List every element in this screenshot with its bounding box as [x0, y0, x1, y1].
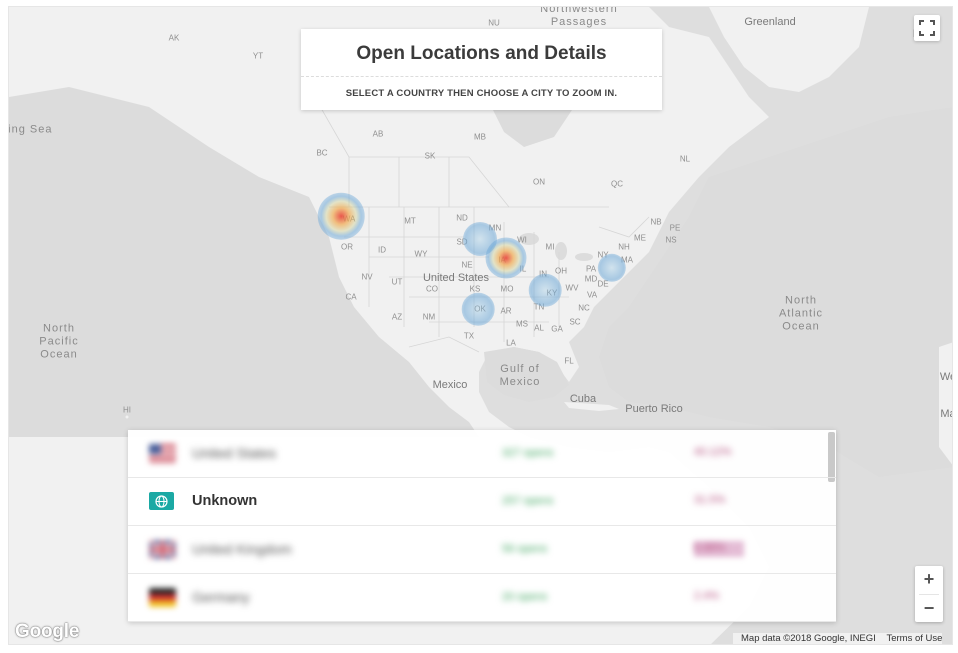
region-label: MT	[404, 216, 416, 226]
region-label: WY	[414, 249, 428, 259]
region-label: NL	[679, 154, 691, 164]
region-label: BC	[316, 148, 328, 158]
country-row-unknown[interactable]: Unknown 257 opens 31.5%	[128, 478, 836, 526]
country-opens: 56 opens	[502, 543, 548, 555]
heatmap-point[interactable]	[485, 237, 527, 279]
region-label: NC	[578, 303, 590, 313]
fullscreen-icon	[919, 20, 935, 36]
region-label: ND	[456, 213, 468, 223]
country-row-united-states[interactable]: United States 327 opens 40.12%	[128, 430, 836, 478]
region-label: WV	[565, 283, 579, 293]
country-name: United Kingdom	[192, 541, 292, 557]
terms-of-use-link[interactable]: Terms of Use	[886, 633, 942, 644]
region-label: SK	[424, 151, 436, 161]
region-label: OH	[555, 266, 567, 276]
country-label: Mexico	[432, 379, 468, 391]
region-label: AB	[372, 129, 384, 139]
region-label: YT	[252, 51, 264, 61]
attribution-text: Map data ©2018 Google, INEGI	[741, 633, 876, 644]
country-opens: 257 opens	[502, 495, 554, 507]
region-label: NE	[461, 260, 473, 270]
map-title: Open Locations and Details	[301, 29, 662, 77]
region-label: UT	[391, 277, 403, 287]
region-label: NM	[422, 312, 436, 322]
region-label: TX	[463, 331, 475, 341]
globe-icon	[149, 492, 174, 510]
region-label: PA	[585, 264, 597, 274]
heatmap-point[interactable]	[317, 192, 365, 240]
heatmap-point[interactable]	[461, 292, 495, 326]
country-label: Greenland	[744, 16, 796, 28]
region-label: AL	[534, 323, 544, 333]
region-label: ME	[634, 233, 646, 243]
zoom-control: + −	[915, 566, 943, 622]
region-label: AK	[168, 33, 180, 43]
region-label: MD	[584, 274, 598, 284]
region-label: HI	[123, 405, 131, 415]
de-flag-icon	[149, 588, 176, 607]
country-row-germany[interactable]: Germany 20 opens 2.4%	[128, 574, 836, 622]
country-label: We	[939, 371, 952, 383]
region-label: NH	[618, 242, 630, 252]
region-label: AZ	[391, 312, 403, 322]
region-label: NV	[361, 272, 373, 282]
google-logo: Google	[15, 621, 80, 642]
country-opens: 327 opens	[502, 447, 554, 459]
country-label: Ma	[940, 408, 952, 420]
heatmap-point[interactable]	[528, 273, 562, 307]
water-label: Gulf of Mexico	[499, 363, 541, 388]
title-card: Open Locations and Details SELECT A COUN…	[301, 29, 662, 110]
region-label: CA	[345, 292, 357, 302]
zoom-out-button[interactable]: −	[915, 595, 943, 623]
region-label: OR	[341, 242, 353, 252]
country-row-united-kingdom[interactable]: United Kingdom 56 opens 6.88%	[128, 526, 836, 574]
region-label: MB	[474, 132, 486, 142]
country-label: Cuba	[569, 393, 597, 405]
region-label: NU	[488, 18, 500, 28]
country-label: Puerto Rico	[625, 403, 683, 415]
region-label: PE	[669, 223, 681, 233]
region-label: AR	[500, 306, 512, 316]
country-list[interactable]: United States 327 opens 40.12% Unknown 2…	[128, 430, 836, 622]
country-percent: 31.5%	[694, 494, 726, 506]
country-percent: 6.88%	[694, 542, 726, 554]
region-label: ON	[533, 177, 545, 187]
country-opens: 20 opens	[502, 591, 548, 603]
map-subtitle: SELECT A COUNTRY THEN CHOOSE A CITY TO Z…	[345, 88, 618, 99]
country-label: United States	[422, 272, 490, 284]
water-label: ring Sea	[8, 123, 53, 136]
water-label: North Pacific Ocean	[39, 322, 79, 361]
region-label: SC	[569, 317, 581, 327]
water-label: North Atlantic Ocean	[778, 294, 824, 333]
region-label: MO	[500, 284, 514, 294]
country-percent: 2.4%	[694, 590, 720, 602]
region-label: LA	[506, 338, 516, 348]
region-label: MS	[516, 319, 528, 329]
us-flag-icon	[149, 444, 176, 463]
uk-flag-icon	[149, 540, 176, 559]
region-label: GA	[551, 324, 563, 334]
region-label: NB	[650, 217, 662, 227]
water-label: Northwestern Passages	[540, 6, 618, 28]
region-label: ID	[378, 245, 386, 255]
region-label: CO	[426, 284, 438, 294]
region-label: NS	[665, 235, 677, 245]
region-label: MI	[545, 242, 555, 252]
country-name: Germany	[192, 589, 250, 605]
country-name: United States	[192, 445, 277, 461]
map-container[interactable]: AKYTNUABMBBCSKNLONQCNBPEMENSMTNDWAMNWISD…	[8, 6, 953, 645]
zoom-in-button[interactable]: +	[915, 566, 943, 594]
region-label: FL	[564, 356, 574, 366]
region-label: QC	[611, 179, 623, 189]
country-name: Unknown	[192, 493, 258, 509]
fullscreen-button[interactable]	[914, 15, 940, 41]
region-label: VA	[586, 290, 598, 300]
country-percent: 40.12%	[694, 446, 732, 458]
map-attribution: Map data ©2018 Google, INEGI Terms of Us…	[733, 633, 943, 644]
